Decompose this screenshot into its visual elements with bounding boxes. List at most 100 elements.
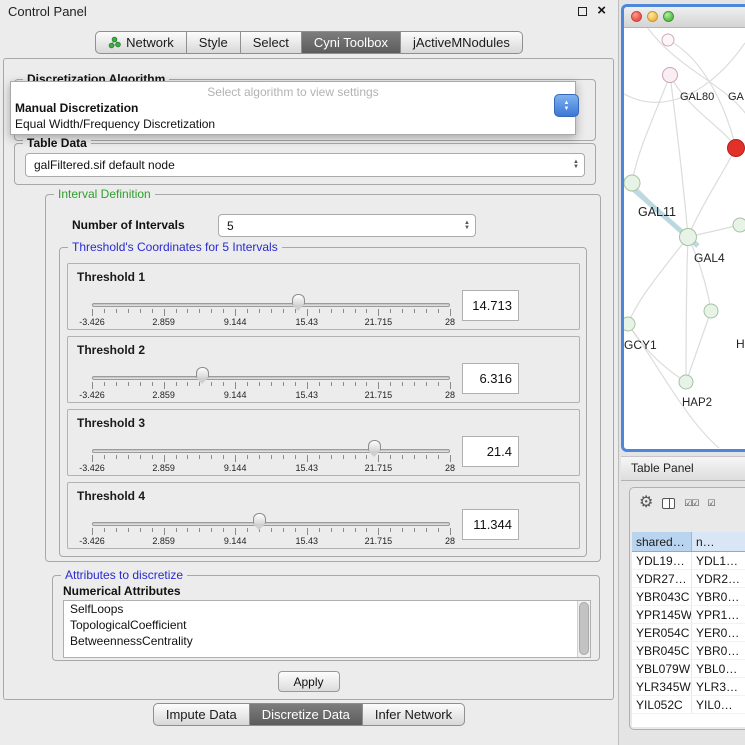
cell-name: YBR0… [692,588,745,605]
slider-thumb[interactable] [253,513,266,524]
tab-network[interactable]: Network [95,31,187,54]
table-data-select[interactable]: galFiltered.sif default node ▲▼ [25,153,585,177]
attributes-group: Attributes to discretize Numerical Attri… [52,575,600,661]
network-window-titlebar [624,7,745,28]
threshold-value-field[interactable]: 11.344 [462,509,519,540]
tick-mark [390,528,391,532]
slider-thumb[interactable] [196,367,209,378]
slider-track[interactable] [92,449,450,453]
slider-thumb[interactable] [368,440,381,451]
tab-style[interactable]: Style [187,31,241,54]
attribute-list-item[interactable]: BetweennessCentrality [64,633,590,649]
table-row[interactable]: YBR045CYBR0… [632,642,745,660]
table-header-row: shared… n… [632,532,745,552]
tick-mark [366,309,367,313]
scale-label: -3.426 [79,317,105,327]
network-node-gal4[interactable] [680,229,697,246]
tick-mark [199,528,200,532]
column-header-name[interactable]: n… [692,532,745,551]
unselect-columns-icon[interactable]: ☑ [707,499,714,508]
select-all-columns-icon[interactable]: ☑☑ [684,499,698,508]
threshold-label: Threshold 4 [77,489,145,503]
tab-discretize-data[interactable]: Discretize Data [250,703,363,726]
tab-cyni-toolbox[interactable]: Cyni Toolbox [302,31,401,54]
tab-impute-data[interactable]: Impute Data [153,703,250,726]
threshold-panel-4: Threshold 4 -3.4262.8599.14415.4321.71528… [67,482,580,549]
tick-mark [223,528,224,532]
table-data-group: Table Data galFiltered.sif default node … [14,143,596,185]
table-row[interactable]: YLR345WYLR3… [632,678,745,696]
cell-name: YBR0… [692,642,745,659]
network-node[interactable] [662,34,674,46]
node-label: GAL4 [694,251,725,265]
tick-mark [140,528,141,532]
apply-button[interactable]: Apply [278,671,340,692]
tab-select[interactable]: Select [241,31,302,54]
threshold-slider[interactable]: -3.4262.8599.14415.4321.71528 [92,367,450,401]
slider-track[interactable] [92,522,450,526]
network-icon [108,36,121,49]
table-row[interactable]: YPR145WYPR1… [632,606,745,624]
scrollbar-thumb[interactable] [579,602,589,655]
threshold-value-field[interactable]: 6.316 [462,363,519,394]
slider-track[interactable] [92,303,450,307]
tick-mark [140,382,141,386]
tick-mark [450,309,451,316]
table-row[interactable]: YIL052CYIL0… [632,696,745,714]
network-node-gal11[interactable] [624,175,640,191]
tab-jactivemnodules[interactable]: jActiveMNodules [401,31,523,54]
node-label: GA [728,91,745,103]
threshold-slider[interactable]: -3.4262.8599.14415.4321.71528 [92,294,450,328]
table-row[interactable]: YBL079WYBL0… [632,660,745,678]
network-node-gcy1[interactable] [624,317,635,331]
tick-mark [247,309,248,313]
tick-mark [176,455,177,459]
intervals-count-select[interactable]: 5 ▲▼ [218,214,476,237]
attribute-list-item[interactable]: SelfLoops [64,601,590,617]
network-canvas[interactable]: GAL80 GA GAL11 GAL4 GCY1 HAP2 H [624,28,745,448]
cell-shared-name: YDL19… [632,552,692,569]
slider-thumb[interactable] [292,294,305,305]
algorithm-option-manual[interactable]: Manual Discretization [11,100,575,116]
network-node[interactable] [704,304,718,318]
column-header-shared-name[interactable]: shared… [632,532,692,551]
table-row[interactable]: YBR043CYBR0… [632,588,745,606]
slider-track[interactable] [92,376,450,380]
threshold-slider[interactable]: -3.4262.8599.14415.4321.71528 [92,513,450,547]
threshold-value-field[interactable]: 21.4 [462,436,519,467]
tick-mark [307,455,308,462]
tick-mark [116,455,117,459]
cell-name: YIL0… [692,696,745,713]
attribute-list-item[interactable]: TopologicalCoefficient [64,617,590,633]
tab-infer-network[interactable]: Infer Network [363,703,465,726]
tick-mark [307,309,308,316]
table-row[interactable]: YDL19…YDL1… [632,552,745,570]
zoom-window-button[interactable] [663,11,674,22]
tick-mark [259,382,260,386]
tick-mark [355,309,356,313]
attributes-scrollbar[interactable] [577,601,590,657]
gear-icon[interactable]: ⚙ [639,495,653,511]
control-panel: Control Panel × NetworkStyleSelectCyni T… [0,0,619,745]
network-node-hap2[interactable] [679,375,693,389]
float-window-icon[interactable] [578,7,587,16]
threshold-value-field[interactable]: 14.713 [462,290,519,321]
tick-mark [164,309,165,316]
attributes-listbox[interactable]: SelfLoopsTopologicalCoefficientBetweenne… [63,600,591,658]
tick-mark [307,382,308,389]
close-icon[interactable]: × [597,5,606,17]
table-row[interactable]: YDR27…YDR2… [632,570,745,588]
cell-shared-name: YER054C [632,624,692,641]
network-node-gal80[interactable] [663,68,678,83]
algorithm-option-equal-width[interactable]: Equal Width/Frequency Discretization [11,116,575,132]
algorithm-select-stepper[interactable]: ▲ ▼ [554,94,579,117]
selected-node[interactable] [728,140,745,157]
show-columns-icon[interactable] [662,498,675,509]
close-window-button[interactable] [631,11,642,22]
scale-label: 15.43 [296,463,319,473]
network-node[interactable] [733,218,745,232]
cell-shared-name: YBR045C [632,642,692,659]
table-row[interactable]: YER054CYER0… [632,624,745,642]
minimize-window-button[interactable] [647,11,658,22]
threshold-slider[interactable]: -3.4262.8599.14415.4321.71528 [92,440,450,474]
